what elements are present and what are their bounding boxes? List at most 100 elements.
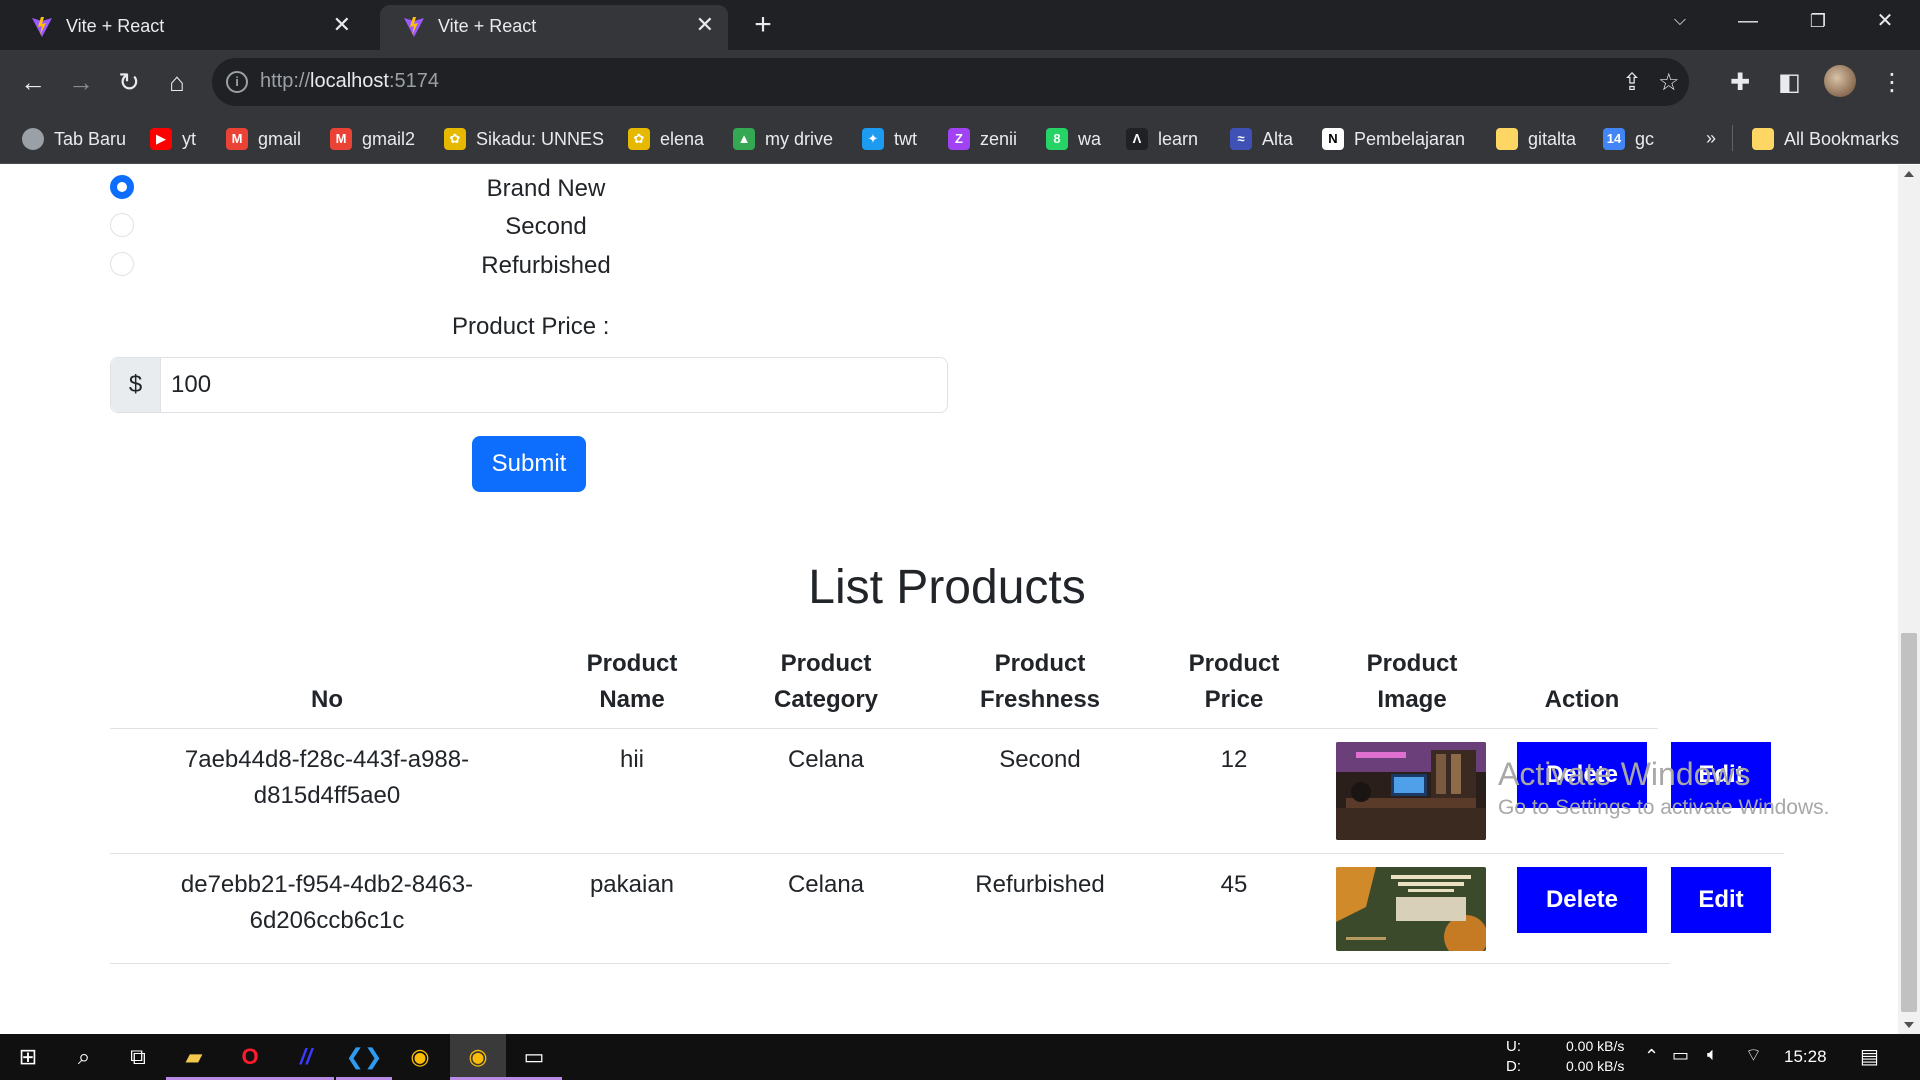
radio-second[interactable]: [110, 213, 134, 237]
google-drive-icon: ▲: [733, 128, 755, 151]
opera-icon[interactable]: O: [222, 1034, 278, 1080]
youtube-icon: ▶: [150, 128, 172, 151]
bookmark-7[interactable]: ✦ twt: [862, 128, 918, 151]
bookmark-label: gmail: [258, 128, 302, 149]
net-download-speed: 0.00 kB/s: [1566, 1058, 1625, 1074]
notifications-icon[interactable]: ▤: [1860, 1044, 1879, 1069]
battery-icon[interactable]: ▭: [1672, 1045, 1689, 1066]
bookmarks-overflow-button[interactable]: »: [1706, 128, 1716, 149]
cell-price: 12: [1220, 746, 1248, 773]
net-upload-speed: 0.00 kB/s: [1566, 1038, 1625, 1054]
radio-brand-new[interactable]: [110, 175, 134, 199]
product-image: [1336, 742, 1486, 840]
back-arrow-icon[interactable]: ←: [14, 64, 52, 102]
header-line: Product: [1366, 650, 1458, 677]
bookmark-14[interactable]: 14 gc: [1603, 128, 1654, 151]
bookmark-6[interactable]: ▲ my drive: [733, 128, 833, 151]
row-divider: [110, 853, 1784, 854]
all-bookmarks-button[interactable]: All Bookmarks: [1752, 128, 1899, 151]
close-window-button[interactable]: ✕: [1850, 0, 1920, 45]
delete-button[interactable]: Delete: [1517, 867, 1647, 933]
dev-app-icon[interactable]: //: [278, 1034, 334, 1080]
page-scrollbar[interactable]: [1898, 165, 1920, 1034]
id-line: de7ebb21-f954-4db2-8463-: [180, 871, 474, 898]
bookmark-5[interactable]: ✿ elena: [628, 128, 704, 151]
bookmark-1[interactable]: ▶ yt: [150, 128, 196, 151]
vscode-icon[interactable]: ❮❯: [336, 1034, 392, 1080]
bookmark-10[interactable]: Λlearn: [1126, 128, 1198, 151]
chrome-icon[interactable]: ◉: [392, 1034, 448, 1080]
learn-icon: Λ: [1126, 128, 1148, 151]
address-bar[interactable]: i http://localhost:5174 ⇪ ☆: [212, 58, 1689, 106]
extensions-puzzle-icon[interactable]: ✚: [1730, 68, 1750, 97]
clock[interactable]: 15:28: [1784, 1047, 1827, 1067]
volume-icon[interactable]: 🔈︎: [1707, 1044, 1718, 1065]
side-panel-icon[interactable]: ◧: [1778, 68, 1801, 97]
bookmark-11[interactable]: ≈ Alta: [1230, 128, 1294, 151]
bookmark-3[interactable]: Mgmail2: [330, 128, 415, 151]
close-tab-icon[interactable]: ✕: [333, 12, 351, 38]
forward-arrow-icon[interactable]: →: [62, 64, 100, 102]
tray-chevron-up-icon[interactable]: ⌃: [1644, 1046, 1659, 1067]
browser-tab-1[interactable]: Vite + React ✕: [8, 5, 365, 50]
bookmark-label: twt: [894, 128, 918, 149]
search-icon[interactable]: ⌕: [56, 1034, 112, 1080]
new-tab-button[interactable]: +: [745, 8, 781, 44]
radio-label-brand-new: Brand New: [486, 175, 606, 202]
browser-tab-2[interactable]: Vite + React ✕: [380, 5, 728, 50]
header-no: No: [311, 686, 343, 713]
cell-freshness: Second: [999, 746, 1081, 773]
tab-search-chevron-icon[interactable]: ⌵: [1645, 0, 1715, 45]
scroll-down-arrow-icon[interactable]: [1904, 1022, 1914, 1028]
share-icon[interactable]: ⇪: [1622, 68, 1642, 97]
terminal-icon[interactable]: ▭: [506, 1034, 562, 1080]
bookmark-12[interactable]: N Pembelajaran: [1322, 128, 1465, 151]
header-line: Product: [994, 650, 1086, 677]
submit-button[interactable]: Submit: [472, 436, 586, 492]
bookmark-9[interactable]: 8 wa: [1046, 128, 1101, 151]
address-url[interactable]: http://localhost:5174: [260, 70, 439, 93]
home-icon[interactable]: ⌂: [158, 64, 196, 102]
gmail-icon: M: [330, 128, 352, 151]
list-products-title: List Products: [808, 561, 1086, 614]
bookmark-0[interactable]: Tab Baru: [22, 128, 126, 151]
wifi-icon[interactable]: ⌔: [1745, 1044, 1762, 1067]
windows-start-icon[interactable]: ⊞: [0, 1034, 56, 1080]
bookmark-label: Alta: [1262, 128, 1294, 149]
task-view-icon[interactable]: ⧉: [110, 1034, 166, 1080]
id-line: d815d4ff5ae0: [253, 782, 401, 809]
header-line: Image: [1377, 686, 1447, 713]
bookmark-13[interactable]: gitalta: [1496, 128, 1576, 151]
reload-icon[interactable]: ↻: [110, 64, 148, 102]
close-tab-icon[interactable]: ✕: [696, 12, 714, 38]
chrome-active-icon[interactable]: ◉: [450, 1034, 506, 1080]
header-product-name: Product Name: [544, 646, 720, 718]
bookmark-8[interactable]: Zzenii: [948, 128, 1018, 151]
file-explorer-icon[interactable]: ▰: [166, 1034, 222, 1080]
radio-label-refurbished: Refurbished: [481, 252, 611, 279]
whatsapp-icon: 8: [1046, 128, 1068, 151]
id-line: 7aeb44d8-f28c-443f-a988-: [184, 746, 470, 773]
folder-icon: [1496, 128, 1518, 151]
profile-avatar[interactable]: [1824, 65, 1856, 97]
price-label: Product Price :: [452, 313, 610, 340]
bookmark-2[interactable]: Mgmail: [226, 128, 302, 151]
scroll-thumb[interactable]: [1901, 633, 1917, 1012]
header-line: Product: [586, 650, 678, 677]
bookmark-4[interactable]: ✿ Sikadu: UNNES: [444, 128, 604, 151]
restore-window-button[interactable]: ❐: [1783, 0, 1853, 45]
radio-refurbished[interactable]: [110, 252, 134, 276]
price-input[interactable]: 100: [171, 371, 211, 399]
bookmark-label: zenii: [980, 128, 1018, 149]
scroll-up-arrow-icon[interactable]: [1904, 171, 1914, 177]
room-photo: [1336, 742, 1486, 840]
cell-name: pakaian: [589, 871, 675, 898]
header-product-freshness: Product Freshness: [924, 646, 1156, 718]
vite-icon: [404, 17, 424, 37]
site-info-icon[interactable]: i: [226, 71, 248, 93]
menu-kebab-icon[interactable]: ⋮: [1880, 68, 1904, 97]
edit-button[interactable]: Edit: [1671, 867, 1771, 933]
id-line: 6d206ccb6c1c: [249, 907, 405, 934]
bookmark-star-icon[interactable]: ☆: [1658, 68, 1680, 97]
minimize-window-button[interactable]: —: [1713, 0, 1783, 45]
